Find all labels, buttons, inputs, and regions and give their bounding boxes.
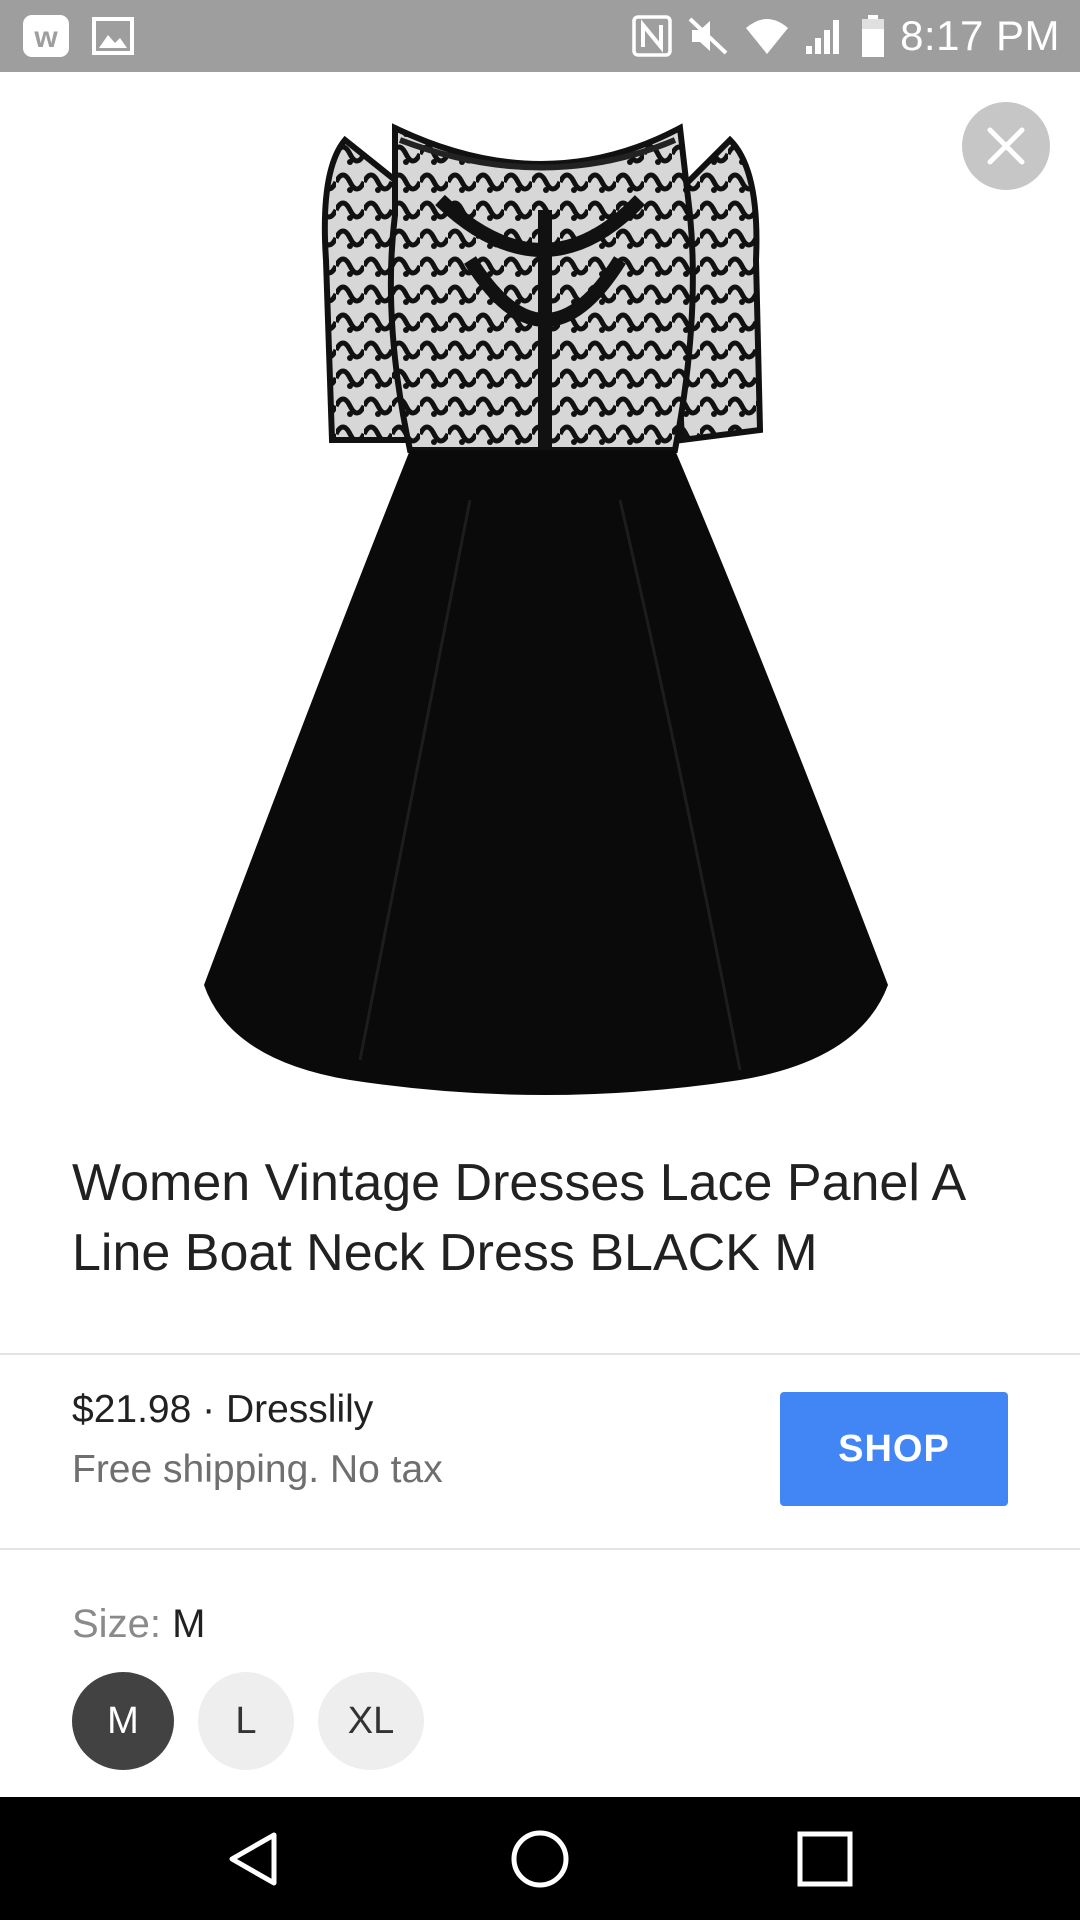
- w-app-icon: w: [22, 14, 70, 58]
- size-option-xl[interactable]: XL: [318, 1672, 424, 1770]
- svg-text:w: w: [33, 21, 58, 54]
- recents-icon: [797, 1831, 853, 1886]
- navigation-bar: [0, 1797, 1080, 1920]
- product-title: Women Vintage Dresses Lace Panel A Line …: [72, 1154, 964, 1282]
- back-icon: [229, 1832, 277, 1885]
- status-left: w: [22, 12, 134, 60]
- close-icon: [987, 127, 1025, 165]
- battery-icon: [860, 14, 886, 58]
- recents-button[interactable]: [765, 1797, 885, 1920]
- status-bar: w 8:17 PM: [0, 0, 1080, 72]
- nfc-icon: [632, 15, 672, 57]
- home-icon: [511, 1830, 569, 1887]
- image-notification-icon: [92, 17, 134, 55]
- signal-icon: [804, 16, 846, 56]
- status-right: 8:17 PM: [632, 12, 1060, 60]
- price-merchant: $21.98 · Dresslily: [72, 1388, 374, 1431]
- status-time: 8:17 PM: [900, 12, 1060, 59]
- back-button[interactable]: [194, 1797, 314, 1920]
- size-selected-value: M: [172, 1602, 206, 1646]
- divider-top: [0, 1353, 1080, 1355]
- product-image: [204, 123, 888, 1095]
- shipping-info: Free shipping. No tax: [72, 1448, 443, 1491]
- divider-bottom: [0, 1548, 1080, 1550]
- shop-button[interactable]: SHOP: [780, 1392, 1008, 1506]
- mute-icon: [686, 15, 730, 57]
- screen: w 8:17 PM Women Vintage Dresses Lace Pan…: [0, 0, 1080, 1920]
- size-label-row: Size: M: [72, 1602, 205, 1647]
- wifi-icon: [744, 16, 790, 56]
- home-button[interactable]: [480, 1797, 600, 1920]
- size-option-l[interactable]: L: [198, 1672, 294, 1770]
- product-image-area: [0, 72, 1080, 1132]
- close-button[interactable]: [962, 102, 1050, 190]
- size-option-m[interactable]: M: [72, 1672, 174, 1770]
- size-label: Size:: [72, 1602, 161, 1646]
